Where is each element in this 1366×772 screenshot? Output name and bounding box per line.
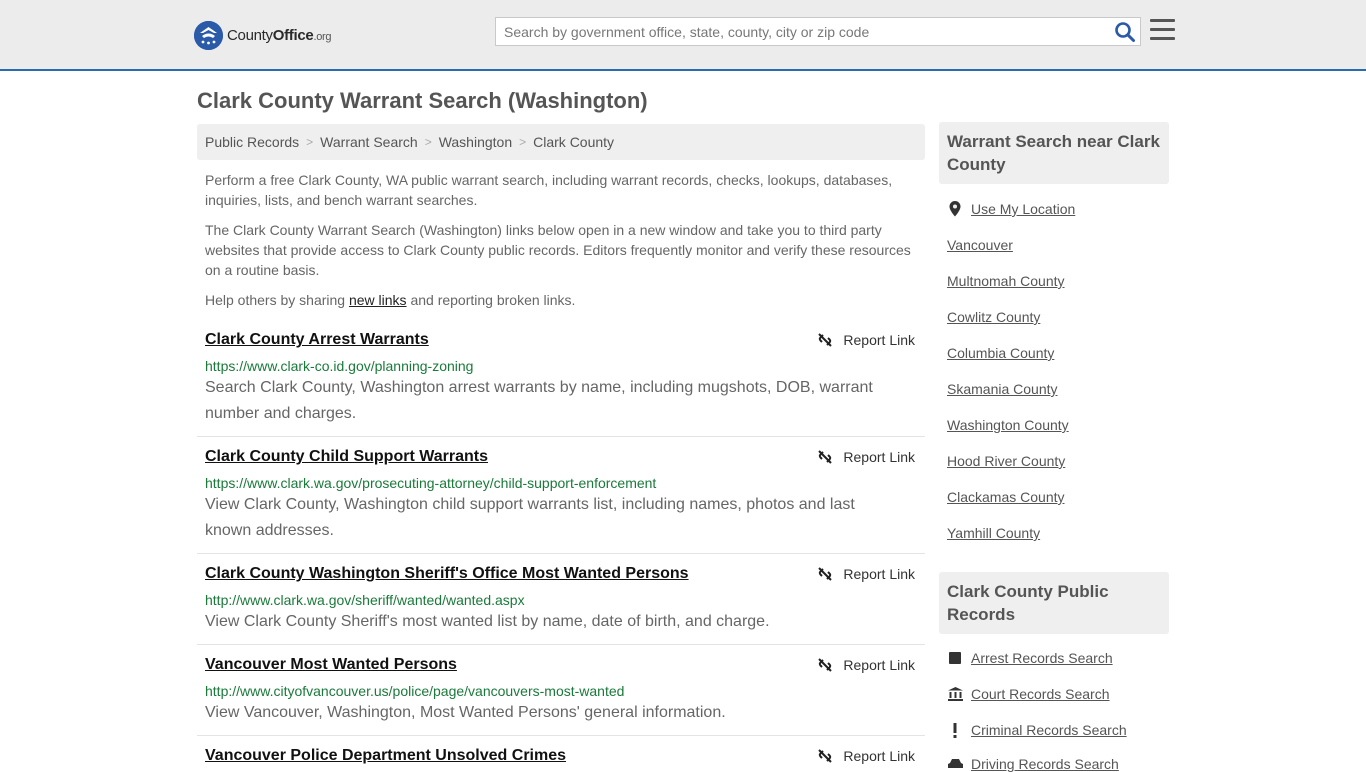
use-my-location-label: Use My Location [971, 201, 1076, 217]
result-url: http://www.clark.wa.gov/sheriff/wanted/w… [205, 592, 525, 608]
result-item: Clark County Child Support Warrants Repo… [197, 448, 925, 554]
breadcrumb-clark-county[interactable]: Clark County [533, 134, 614, 150]
result-url: http://www.cityofvancouver.us/police/pag… [205, 683, 625, 699]
report-link-label: Report Link [843, 657, 915, 673]
logo-badge-icon [194, 20, 223, 50]
nearby-link-skamania-county[interactable]: Skamania County [947, 381, 1058, 397]
use-my-location-link[interactable]: Use My Location [947, 201, 1075, 217]
result-url: https://www.clark-co.id.gov/planning-zon… [205, 358, 474, 374]
criminal-records-search-label: Criminal Records Search [971, 722, 1127, 738]
nearby-link-multnomah-county[interactable]: Multnomah County [947, 273, 1065, 289]
nearby-link-vancouver[interactable]: Vancouver [947, 237, 1013, 253]
report-link-label: Report Link [843, 449, 915, 465]
result-description: Search Clark County, Washington arrest w… [205, 379, 873, 422]
report-link-label: Report Link [843, 748, 915, 764]
nearby-link-hood-river-county[interactable]: Hood River County [947, 453, 1065, 469]
arrest-records-search-label: Arrest Records Search [971, 650, 1113, 666]
logo-county-text: County [227, 26, 273, 44]
result-url: https://www.clark.wa.gov/prosecuting-att… [205, 475, 657, 491]
square-icon [947, 650, 963, 666]
report-link-button[interactable]: Report Link [817, 657, 915, 673]
driving-records-search-link[interactable]: Driving Records Search [947, 756, 1119, 772]
report-link-button[interactable]: Report Link [817, 332, 915, 348]
court-records-search-label: Court Records Search [971, 686, 1110, 702]
criminal-records-search-link[interactable]: Criminal Records Search [947, 722, 1127, 738]
report-link-label: Report Link [843, 332, 915, 348]
intro-text: Help others by sharing [205, 292, 349, 308]
report-link-label: Report Link [843, 566, 915, 582]
breadcrumb-warrant-search[interactable]: Warrant Search [320, 134, 418, 150]
report-link-button[interactable]: Report Link [817, 748, 915, 764]
intro-text: and reporting broken links. [406, 292, 576, 308]
result-title-link[interactable]: Vancouver Most Wanted Persons [205, 656, 457, 674]
courthouse-icon [947, 686, 963, 702]
nearby-link-columbia-county[interactable]: Columbia County [947, 345, 1054, 361]
car-icon [947, 756, 963, 772]
intro-paragraph-2: The Clark County Warrant Search (Washing… [205, 222, 911, 278]
broken-link-icon [818, 658, 833, 672]
logo-wordmark: CountyOffice.org [227, 26, 332, 44]
sidebar-nearby-heading: Warrant Search near Clark County [939, 122, 1169, 184]
intro-paragraph-1: Perform a free Clark County, WA public w… [205, 172, 893, 208]
result-item: Clark County Washington Sheriff's Office… [197, 565, 925, 645]
hamburger-menu-icon[interactable] [1150, 19, 1175, 41]
broken-link-icon [818, 567, 833, 581]
broken-link-icon [818, 749, 833, 763]
report-link-button[interactable]: Report Link [817, 566, 915, 582]
breadcrumb-separator-icon: > [306, 135, 314, 149]
nearby-link-yamhill-county[interactable]: Yamhill County [947, 525, 1040, 541]
new-links-link[interactable]: new links [349, 292, 407, 308]
intro-paragraph-3: Help others by sharing new links and rep… [205, 290, 917, 310]
search-input[interactable] [496, 18, 1106, 45]
logo-org-text: .org [313, 30, 332, 43]
result-title-link[interactable]: Vancouver Police Department Unsolved Cri… [205, 747, 566, 765]
exclamation-icon [947, 722, 963, 738]
result-description: View Clark County, Washington child supp… [205, 496, 855, 539]
nearby-link-clackamas-county[interactable]: Clackamas County [947, 489, 1065, 505]
result-title-link[interactable]: Clark County Arrest Warrants [205, 331, 429, 349]
breadcrumb: Public Records > Warrant Search > Washin… [197, 124, 925, 160]
result-item: Vancouver Most Wanted Persons Report Lin… [197, 656, 925, 736]
breadcrumb-separator-icon: > [424, 135, 432, 149]
site-logo[interactable]: CountyOffice.org [194, 20, 332, 50]
result-description: View Clark County Sheriff's most wanted … [205, 613, 770, 630]
top-header: CountyOffice.org [0, 0, 1366, 71]
breadcrumb-separator-icon: > [519, 135, 527, 149]
nearby-link-washington-county[interactable]: Washington County [947, 417, 1069, 433]
result-item: Vancouver Police Department Unsolved Cri… [197, 747, 925, 768]
breadcrumb-washington[interactable]: Washington [439, 134, 512, 150]
result-description: View Vancouver, Washington, Most Wanted … [205, 704, 726, 721]
nearby-link-cowlitz-county[interactable]: Cowlitz County [947, 309, 1040, 325]
logo-office-text: Office [272, 26, 314, 44]
arrest-records-search-link[interactable]: Arrest Records Search [947, 650, 1113, 666]
driving-records-search-label: Driving Records Search [971, 756, 1119, 772]
sidebar-public-records-heading: Clark County Public Records [939, 572, 1169, 634]
result-item: Clark County Arrest Warrants Report Link… [197, 331, 925, 437]
map-pin-icon [947, 201, 963, 217]
result-title-link[interactable]: Clark County Washington Sheriff's Office… [205, 565, 689, 583]
court-records-search-link[interactable]: Court Records Search [947, 686, 1110, 702]
result-title-link[interactable]: Clark County Child Support Warrants [205, 448, 488, 466]
search-icon[interactable] [1114, 21, 1136, 43]
broken-link-icon [818, 333, 833, 347]
broken-link-icon [818, 450, 833, 464]
report-link-button[interactable]: Report Link [817, 449, 915, 465]
search-bar [495, 17, 1141, 46]
breadcrumb-public-records[interactable]: Public Records [205, 134, 299, 150]
page-title: Clark County Warrant Search (Washington) [197, 88, 648, 113]
